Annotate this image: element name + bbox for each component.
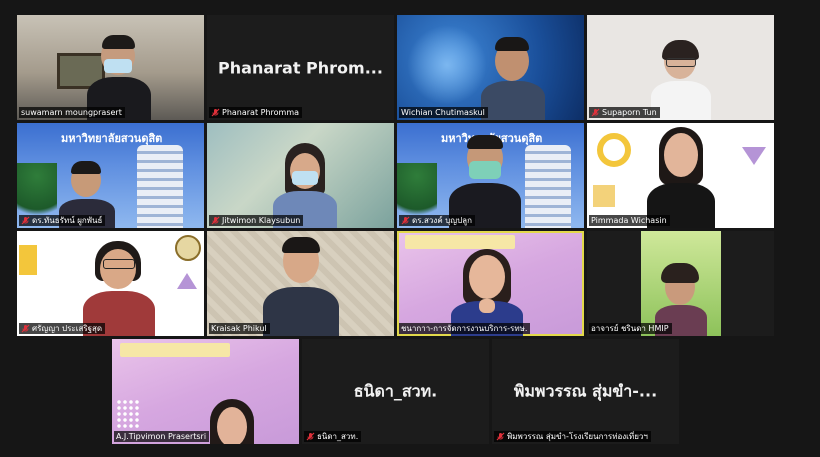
participant-name-label: ธนิดา_สวท. <box>304 431 362 442</box>
mic-muted-icon <box>211 216 220 225</box>
participant-video <box>481 33 545 120</box>
participant-name-label: ดร.สวงค์ บุญปลูก <box>399 215 475 226</box>
mic-muted-icon <box>401 216 410 225</box>
participant-tile[interactable]: Pimmada Wichasin <box>587 123 774 228</box>
participant-tile[interactable]: มหาวิทยาลัยสวนดุสิต ดร.ทันธรัทน์ ผูกพันธ… <box>17 123 204 228</box>
mic-muted-icon <box>496 432 505 441</box>
participant-name-label: suwamarn moungprasert <box>19 107 125 118</box>
decor-triangle <box>742 147 766 165</box>
participant-name-label: Supaporn Tun <box>589 107 660 118</box>
participant-name-label: Phanarat Phromma <box>209 107 303 118</box>
participant-name-label: Wichian Chutimaskul <box>399 107 488 118</box>
decor-triangle <box>177 273 197 289</box>
mic-muted-icon <box>21 324 30 333</box>
participant-name-label: Jitwimon Klaysubun <box>209 215 304 226</box>
mic-muted-icon <box>211 108 220 117</box>
participant-video <box>263 237 339 336</box>
world-map-background <box>407 25 487 105</box>
participant-display-name: Phanarat Phrom... <box>218 58 383 77</box>
video-gallery: suwamarn moungprasert Phanarat Phrom... … <box>0 0 820 457</box>
participant-name-label: A.J.Tipvimon Prasertsri <box>114 431 210 442</box>
participant-name-label: ศรัญญา ประเสริฐสุด <box>19 323 106 334</box>
decor-square <box>19 245 37 275</box>
mic-muted-icon <box>306 432 315 441</box>
mic-muted-icon <box>21 216 30 225</box>
participant-tile[interactable]: พิมพวรรณ สุ่มขำ-... พิมพวรรณ สุ่มขำ-โรงเ… <box>492 339 679 444</box>
participant-name-label: อาจารย์ ชรินดา HMIP <box>589 323 672 334</box>
participant-tile[interactable]: อาจารย์ ชรินดา HMIP <box>587 231 774 336</box>
participant-video <box>651 40 711 120</box>
logo-badge <box>175 235 201 261</box>
participant-tile[interactable]: มหาวิทยาลัยสวนดุสิต ดร.สวงค์ บุญปลูก <box>397 123 584 228</box>
participant-tile[interactable]: Wichian Chutimaskul <box>397 15 584 120</box>
participant-tile[interactable]: suwamarn moungprasert <box>17 15 204 120</box>
participant-tile-active-speaker[interactable]: ชนากาา-การจัดการงานบริการ-รทษ. <box>397 231 584 336</box>
participant-display-name: ธนิดา_สวท. <box>353 381 438 400</box>
participant-video <box>641 231 721 336</box>
participant-name-label: พิมพวรรณ สุ่มขำ-โรงเรียนการท่องเที่ยวฯ <box>494 431 651 442</box>
decor-square <box>593 185 615 207</box>
participant-display-name: พิมพวรรณ สุ่มขำ-... <box>513 381 658 400</box>
participant-name-label: Pimmada Wichasin <box>589 215 670 226</box>
participant-video <box>643 127 719 228</box>
event-banner <box>405 235 515 249</box>
participant-tile[interactable]: Supaporn Tun <box>587 15 774 120</box>
event-banner <box>120 343 230 357</box>
mic-muted-icon <box>591 108 600 117</box>
building-tower <box>525 145 571 228</box>
decor-dots <box>116 399 140 429</box>
participant-name-label: ชนากาา-การจัดการงานบริการ-รทษ. <box>399 323 531 334</box>
participant-video <box>204 399 260 444</box>
participant-tile[interactable]: ศรัญญา ประเสริฐสุด <box>17 231 204 336</box>
participant-name-label: Kraisak Phikul <box>209 323 270 334</box>
building-tower <box>137 145 183 228</box>
participant-tile[interactable]: Phanarat Phrom... Phanarat Phromma <box>207 15 394 120</box>
participant-name-label: ดร.ทันธรัทน์ ผูกพันธ์ <box>19 215 106 226</box>
participant-tile[interactable]: Kraisak Phikul <box>207 231 394 336</box>
participant-tile[interactable]: Jitwimon Klaysubun <box>207 123 394 228</box>
participant-video <box>83 241 155 336</box>
decor-circle <box>597 133 631 167</box>
participant-tile[interactable]: A.J.Tipvimon Prasertsri <box>112 339 299 444</box>
participant-tile[interactable]: ธนิดา_สวท. ธนิดา_สวท. <box>302 339 489 444</box>
